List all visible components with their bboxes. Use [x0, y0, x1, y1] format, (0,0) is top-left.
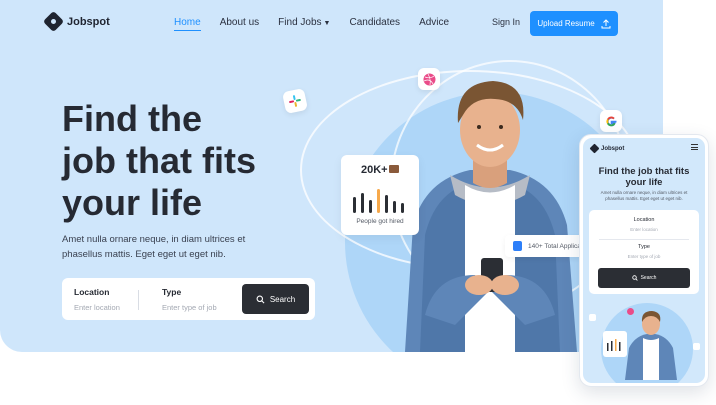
- chart-bar: [353, 197, 356, 213]
- nav-item-about-us[interactable]: About us: [220, 17, 259, 31]
- hero-person-illustration: [405, 81, 577, 352]
- brand-name: Jobspot: [67, 15, 110, 28]
- chevron-down-icon: ▼: [323, 20, 331, 27]
- applicants-badge: 140+ Total Applicants: [505, 235, 590, 257]
- chart-bar: [377, 189, 380, 213]
- hero-headline: Find the job that fits your life: [62, 98, 322, 224]
- location-field[interactable]: Location Enter location: [74, 287, 120, 312]
- type-field[interactable]: Type Enter type of job: [162, 287, 217, 312]
- chart-bar: [393, 201, 396, 213]
- mobile-type-label: Type: [638, 244, 650, 250]
- mobile-brand-name: Jobspot: [601, 145, 625, 152]
- chart-bar: [615, 339, 617, 351]
- search-button[interactable]: Search: [242, 284, 309, 314]
- job-search-box: Location Enter location Type Enter type …: [62, 278, 315, 320]
- slack-icon: [589, 314, 596, 321]
- chart-bar: [607, 343, 609, 351]
- mobile-brand-logo[interactable]: Jobspot: [589, 143, 625, 154]
- mobile-location-label: Location: [633, 217, 655, 223]
- hero-subtitle: Amet nulla ornare neque, in diam ultrice…: [62, 234, 246, 260]
- hired-bar-chart: [353, 189, 404, 213]
- dribbble-icon: [627, 308, 634, 315]
- briefcase-icon: [389, 165, 399, 173]
- hired-label: People got hired: [356, 218, 404, 225]
- mobile-headline: Find the job that fits your life: [598, 166, 690, 188]
- mobile-location-input[interactable]: Enter location: [589, 227, 699, 232]
- headline-line-3: your life: [62, 182, 203, 223]
- headline-line-2: job that fits: [62, 140, 256, 181]
- chart-bar: [385, 195, 388, 213]
- hired-stat-card: 20K+ People got hired: [341, 155, 419, 235]
- hired-count: 20K+: [361, 164, 388, 176]
- search-icon: [256, 295, 265, 303]
- mobile-form-divider: [599, 239, 689, 240]
- nav-item-candidates[interactable]: Candidates: [349, 17, 400, 31]
- mobile-person-illustration: [625, 311, 677, 380]
- chart-bar: [361, 193, 364, 213]
- top-navigation: Jobspot Home About us Find Jobs ▼ Candida…: [0, 0, 663, 46]
- document-icon: [513, 241, 522, 251]
- chart-bar: [619, 342, 621, 351]
- type-input[interactable]: Enter type of job: [162, 303, 217, 312]
- nav-item-find-jobs[interactable]: Find Jobs ▼: [278, 17, 330, 31]
- chart-bar: [401, 203, 404, 213]
- mobile-type-input[interactable]: Enter type of job: [589, 254, 699, 259]
- upload-resume-button[interactable]: Upload Resume: [530, 11, 618, 36]
- mobile-mockup: Jobspot Find the job that fits your life…: [579, 134, 709, 387]
- mobile-subtitle: Amet nulla ornare neque, in diam ultrice…: [600, 190, 688, 201]
- sign-in-link[interactable]: Sign In: [492, 17, 520, 27]
- mobile-stat-card: [603, 331, 627, 357]
- mobile-search-label: Search: [640, 275, 657, 281]
- mobile-screen: Jobspot Find the job that fits your life…: [583, 138, 705, 383]
- upload-icon: [601, 18, 611, 28]
- nav-item-find-jobs-label: Find Jobs: [278, 17, 322, 28]
- chart-bar: [611, 341, 613, 351]
- location-input[interactable]: Enter location: [74, 303, 120, 312]
- search-icon: [631, 275, 638, 281]
- nav-item-home[interactable]: Home: [174, 17, 201, 31]
- google-icon: [600, 110, 622, 132]
- nav-item-advice[interactable]: Advice: [419, 17, 449, 31]
- main-menu: Home About us Find Jobs ▼ Candidates Advi…: [174, 17, 468, 31]
- hero-section: Jobspot Home About us Find Jobs ▼ Candida…: [0, 0, 663, 352]
- brand-logo[interactable]: Jobspot: [42, 10, 110, 33]
- logo-icon: [42, 10, 65, 33]
- search-button-label: Search: [269, 294, 296, 304]
- mobile-bar-chart: [607, 339, 621, 351]
- mobile-search-form: Location Enter location Type Enter type …: [589, 210, 699, 294]
- search-field-divider: [138, 290, 139, 310]
- location-label: Location: [74, 287, 110, 297]
- google-icon: [693, 343, 700, 350]
- headline-line-1: Find the: [62, 98, 202, 139]
- upload-resume-label: Upload Resume: [537, 19, 595, 28]
- chart-bar: [369, 200, 372, 213]
- menu-icon[interactable]: [691, 144, 698, 150]
- logo-icon: [589, 143, 600, 154]
- mobile-search-button[interactable]: Search: [598, 268, 690, 288]
- type-label: Type: [162, 287, 182, 297]
